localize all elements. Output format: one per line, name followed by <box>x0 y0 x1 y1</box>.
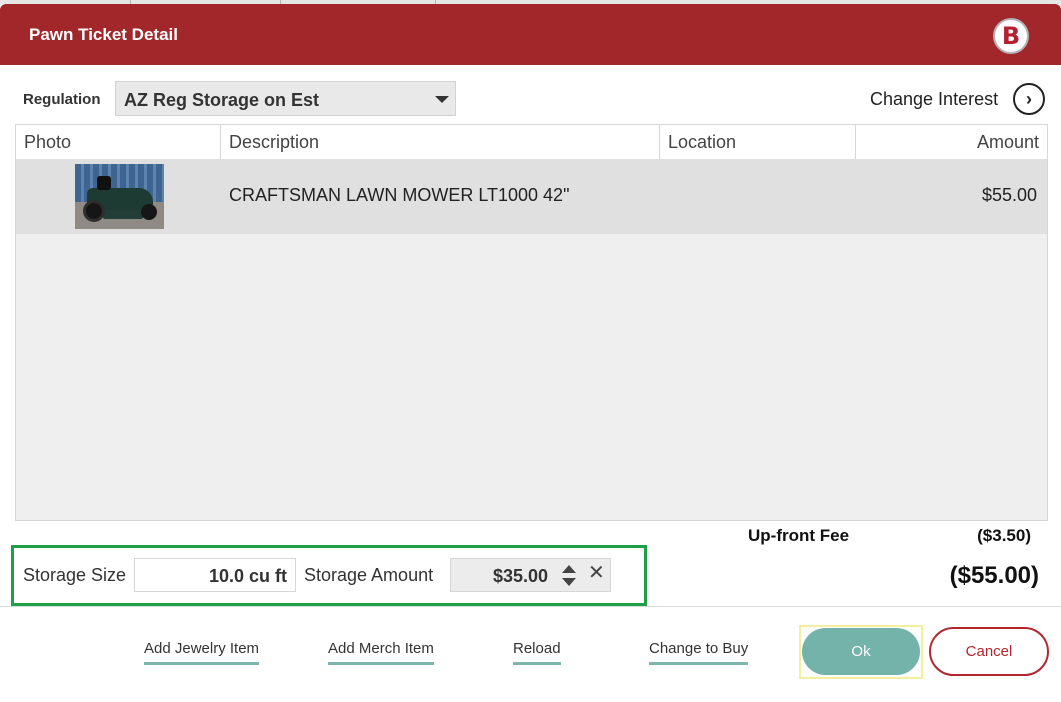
column-header-amount[interactable]: Amount <box>856 125 1047 159</box>
chevron-down-icon <box>435 96 449 103</box>
storage-amount-label: Storage Amount <box>304 565 434 585</box>
regulation-label: Regulation <box>23 91 101 108</box>
regulation-value: AZ Reg Storage on Est <box>124 90 320 110</box>
change-interest-label[interactable]: Change Interest <box>870 89 998 110</box>
storage-amount-field[interactable]: $35.00 ✕ <box>450 558 611 592</box>
cancel-button[interactable]: Cancel <box>929 627 1049 676</box>
lawn-mower-photo <box>75 164 164 229</box>
total-amount: ($55.00) <box>949 562 1039 589</box>
items-grid: Photo Description Location Amount CRAFTS… <box>15 124 1048 521</box>
dialog-titlebar: Pawn Ticket Detail B <box>0 4 1061 65</box>
row-amount: $55.00 <box>981 185 1037 205</box>
brand-logo-icon: B <box>993 18 1029 54</box>
ok-button[interactable]: Ok <box>802 628 920 675</box>
spinner-icon[interactable] <box>562 563 576 589</box>
column-header-photo[interactable]: Photo <box>16 125 221 159</box>
upfront-fee-label: Up-front Fee <box>748 526 850 545</box>
reload-link[interactable]: Reload <box>513 640 561 665</box>
upfront-fee-value: ($3.50) <box>977 526 1031 545</box>
spinner-down-icon[interactable] <box>562 578 576 586</box>
table-row[interactable]: CRAFTSMAN LAWN MOWER LT1000 42" $55.00 <box>16 159 1047 234</box>
footer-divider <box>0 606 1061 607</box>
dialog-title: Pawn Ticket Detail <box>29 25 178 44</box>
logo-letter: B <box>1001 22 1021 50</box>
regulation-select[interactable]: AZ Reg Storage on Est <box>115 81 456 116</box>
spinner-up-icon[interactable] <box>562 565 576 573</box>
clear-icon[interactable]: ✕ <box>588 563 605 583</box>
add-jewelry-item-link[interactable]: Add Jewelry Item <box>144 640 260 665</box>
storage-size-label: Storage Size <box>23 565 127 585</box>
column-header-description[interactable]: Description <box>221 125 660 159</box>
change-to-buy-link[interactable]: Change to Buy <box>649 640 749 665</box>
storage-amount-value: $35.00 <box>492 566 548 586</box>
add-merch-item-link[interactable]: Add Merch Item <box>328 640 434 665</box>
chevron-right-circle-icon[interactable]: › <box>1013 83 1045 115</box>
column-header-location[interactable]: Location <box>660 125 856 159</box>
storage-size-field[interactable]: 10.0 cu ft <box>134 558 296 592</box>
row-description: CRAFTSMAN LAWN MOWER LT1000 42" <box>229 185 570 205</box>
